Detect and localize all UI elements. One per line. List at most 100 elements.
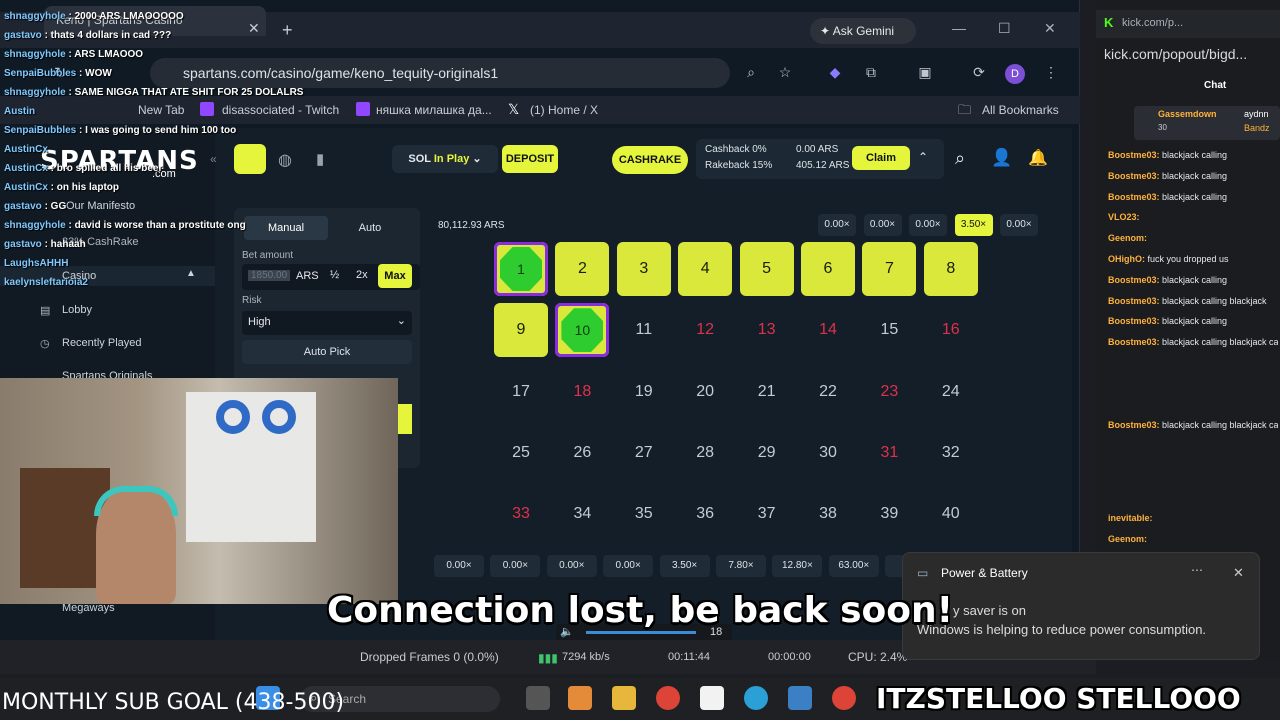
keno-tile[interactable]: 4 xyxy=(678,242,733,296)
keno-tile[interactable]: 13 xyxy=(740,303,794,357)
extension-icon[interactable]: ◆ xyxy=(826,64,844,82)
sports-ball-icon[interactable]: ◍ xyxy=(278,150,292,170)
keno-tile[interactable]: 22 xyxy=(801,365,855,419)
task-view-icon[interactable] xyxy=(526,686,550,710)
keno-tile[interactable]: 8 xyxy=(923,242,978,296)
currency-select[interactable]: SOL In Play ⌄ xyxy=(392,145,498,173)
minimize-icon[interactable]: — xyxy=(952,20,966,36)
search-icon[interactable]: ⌕ xyxy=(955,148,965,169)
keno-tile[interactable]: 24 xyxy=(924,365,978,419)
keno-tile[interactable]: 15 xyxy=(862,303,916,357)
more-icon[interactable]: ⋯ xyxy=(1191,563,1203,577)
sidebar-item-recent[interactable]: Recently Played xyxy=(62,337,142,349)
user-icon[interactable]: 👤 xyxy=(991,148,1012,168)
tab-search-icon[interactable]: ▣ xyxy=(916,64,934,82)
risk-select[interactable]: High ⌄ xyxy=(242,311,412,335)
chrome-icon[interactable] xyxy=(656,686,680,710)
stats-icon[interactable]: ▮ xyxy=(316,150,324,168)
edge-icon[interactable] xyxy=(744,686,768,710)
play-button-edge[interactable] xyxy=(396,404,412,434)
keno-tile[interactable]: 25 xyxy=(494,426,548,480)
keno-tile[interactable]: 21 xyxy=(740,365,794,419)
tab-close-icon[interactable]: ✕ xyxy=(248,20,260,37)
bookmark-star-icon[interactable]: ☆ xyxy=(776,64,794,82)
keno-tile[interactable]: 3 xyxy=(616,242,671,296)
bookmark-new-tab[interactable]: New Tab xyxy=(138,103,184,117)
kick-message-text: blackjack calling blackjack xyxy=(1162,296,1267,306)
bookmark-twitch[interactable]: disassociated - Twitch xyxy=(222,103,339,117)
keno-tile[interactable]: 38 xyxy=(801,487,855,541)
keno-tile[interactable]: 10 xyxy=(555,303,610,358)
kick-username: inevitable: xyxy=(1108,513,1153,523)
keno-tile[interactable]: 12 xyxy=(678,303,732,357)
half-bet-button[interactable]: ½ xyxy=(330,269,339,281)
cashrake-button[interactable]: CASHRAKE xyxy=(612,146,688,174)
keno-tile[interactable]: 30 xyxy=(801,426,855,480)
zoom-icon[interactable]: ⌕ xyxy=(742,64,760,82)
chrome-icon-2[interactable] xyxy=(832,686,856,710)
keno-tile[interactable]: 39 xyxy=(862,487,916,541)
keno-tile[interactable]: 16 xyxy=(924,303,978,357)
keno-tile[interactable]: 5 xyxy=(739,242,794,296)
maximize-icon[interactable]: ☐ xyxy=(998,20,1011,37)
copilot-icon[interactable] xyxy=(568,686,592,710)
keno-tile[interactable]: 19 xyxy=(617,365,671,419)
all-bookmarks[interactable]: All Bookmarks xyxy=(982,103,1059,117)
auto-pick-button[interactable]: Auto Pick xyxy=(242,340,412,364)
keno-tile[interactable]: 35 xyxy=(617,487,671,541)
tab-auto[interactable]: Auto xyxy=(328,216,412,240)
keno-tile[interactable]: 18 xyxy=(555,365,609,419)
close-notification-icon[interactable]: ✕ xyxy=(1233,565,1244,581)
new-tab-button[interactable]: + xyxy=(282,20,293,41)
kick-tab-title[interactable]: kick.com/p... xyxy=(1122,17,1183,29)
sidebar-item-lobby[interactable]: Lobby xyxy=(62,304,92,316)
keno-tile[interactable]: 1 xyxy=(494,242,548,296)
file-explorer-icon[interactable] xyxy=(612,686,636,710)
keno-tile[interactable]: 33 xyxy=(494,487,548,541)
keno-tile[interactable]: 9 xyxy=(494,303,548,358)
address-bar[interactable]: spartans.com/casino/game/keno_tequity-or… xyxy=(150,58,730,88)
sync-icon[interactable]: ⟳ xyxy=(970,64,988,82)
deposit-button[interactable]: DEPOSIT xyxy=(502,145,558,173)
keno-tile[interactable]: 27 xyxy=(617,426,671,480)
photos-icon[interactable] xyxy=(788,686,812,710)
gemini-icon: ✦ xyxy=(820,24,833,38)
bookmark-x-home[interactable]: (1) Home / X xyxy=(530,103,598,117)
keno-tile[interactable]: 40 xyxy=(924,487,978,541)
max-bet-button[interactable]: Max xyxy=(378,264,412,288)
keno-tile[interactable]: 23 xyxy=(862,365,916,419)
keno-tile[interactable]: 28 xyxy=(678,426,732,480)
kick-url[interactable]: kick.com/popout/bigd... xyxy=(1104,46,1247,62)
keno-tile[interactable]: 37 xyxy=(740,487,794,541)
tab-manual[interactable]: Manual xyxy=(244,216,328,240)
keno-tile[interactable]: 20 xyxy=(678,365,732,419)
kick-message: Boostme03: blackjack calling xyxy=(1108,316,1278,326)
chevron-up-icon[interactable]: ⌃ xyxy=(918,150,928,164)
keno-tile[interactable]: 36 xyxy=(678,487,732,541)
keno-tile[interactable]: 17 xyxy=(494,365,548,419)
double-bet-button[interactable]: 2x xyxy=(356,269,368,281)
keno-tile[interactable]: 29 xyxy=(740,426,794,480)
bookmark-nyashka[interactable]: няшка милашка да... xyxy=(376,103,492,117)
keno-tile[interactable]: 11 xyxy=(617,303,671,357)
casino-mode-icon[interactable] xyxy=(234,144,266,174)
keno-tile[interactable]: 14 xyxy=(801,303,855,357)
keno-tile[interactable]: 34 xyxy=(555,487,609,541)
keno-tile[interactable]: 2 xyxy=(555,242,610,296)
menu-dots-icon[interactable]: ⋮ xyxy=(1042,64,1060,82)
ask-gemini-button[interactable]: ✦ Ask Gemini xyxy=(810,18,916,44)
store-icon[interactable] xyxy=(700,686,724,710)
bell-icon[interactable]: 🔔 xyxy=(1028,148,1048,168)
keno-tile[interactable]: 31 xyxy=(862,426,916,480)
profile-avatar[interactable]: D xyxy=(1005,64,1025,84)
extensions-puzzle-icon[interactable]: ⧉ xyxy=(862,64,880,82)
sidebar-manifesto[interactable]: Our Manifesto xyxy=(66,200,135,212)
keno-tile[interactable]: 6 xyxy=(801,242,855,296)
collapse-sidebar-icon[interactable]: « xyxy=(210,152,217,166)
keno-tile[interactable]: 7 xyxy=(862,242,917,296)
keno-tile[interactable]: 26 xyxy=(555,426,609,480)
claim-button[interactable]: Claim xyxy=(852,146,910,170)
keno-tile[interactable]: 32 xyxy=(924,426,978,480)
chevron-up-icon[interactable]: ▲ xyxy=(186,268,196,279)
close-window-icon[interactable]: ✕ xyxy=(1044,20,1056,37)
